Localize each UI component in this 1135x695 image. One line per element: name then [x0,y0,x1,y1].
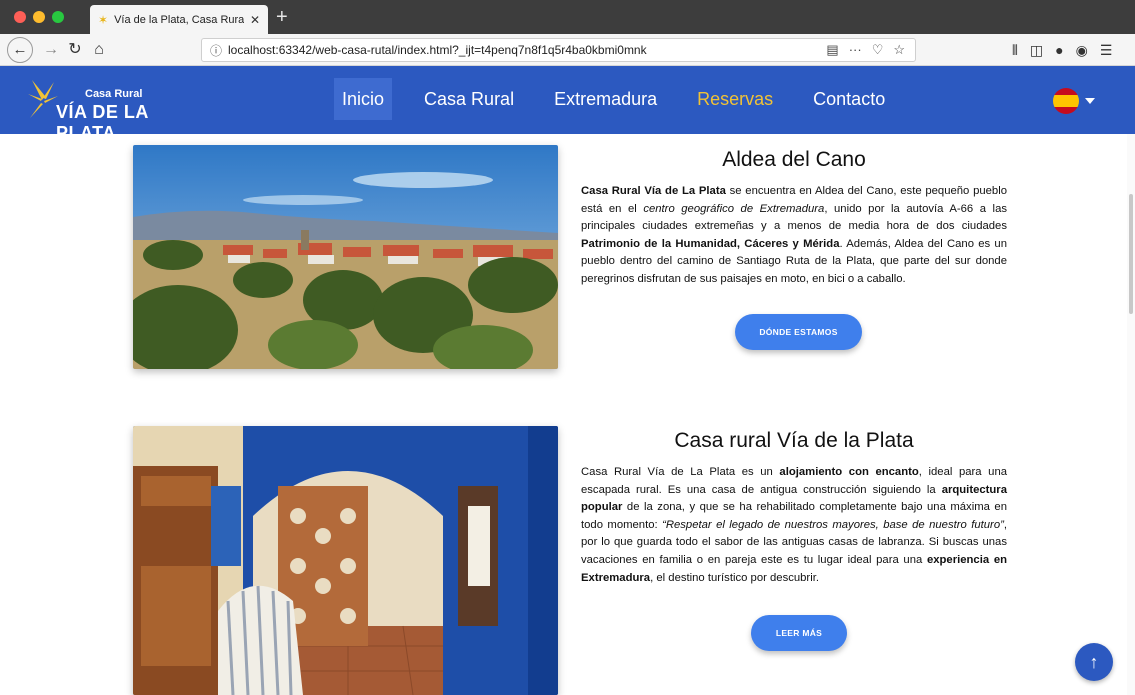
paragraph-segment: “Respetar el legado de nuestros mayores,… [662,518,1004,531]
aldea-del-cano-paragraph: Casa Rural Vía de La Plata se encuentra … [581,183,1007,289]
caret-down-icon [1085,98,1095,104]
browser-toolbar: ← → ↻ ⌂ ⓘ localhost:63342/web-casa-rutal… [0,34,1135,66]
extension-icon[interactable]: ● [1055,38,1063,62]
menu-item-contacto[interactable]: Contacto [805,78,893,120]
url-text[interactable]: localhost:63342/web-casa-rutal/index.htm… [228,43,826,57]
address-bar[interactable]: ⓘ localhost:63342/web-casa-rutal/index.h… [201,38,916,62]
logo-small-text: Casa Rural [85,88,143,100]
account-icon[interactable]: ◉ [1076,38,1088,62]
scrollbar-thumb[interactable] [1129,194,1133,314]
casa-rural-paragraph: Casa Rural Vía de La Plata es un alojami… [581,464,1007,587]
paragraph-segment: centro geográfico de Extremadura [643,202,825,215]
page-actions-icon[interactable]: ··· [849,42,862,58]
site-favicon-icon: ✶ [98,12,109,27]
paragraph-segment: Casa Rural Vía de La Plata es un [581,466,780,478]
aldea-del-cano-photo [133,145,558,369]
back-icon[interactable]: ← [7,37,33,63]
new-tab-button[interactable]: + [276,5,288,29]
pocket-icon[interactable]: ♡ [872,42,884,58]
site-info-icon[interactable]: ⓘ [210,42,222,59]
site-header: Casa Rural VÍA DE LA PLATA Inicio Casa R… [0,66,1135,143]
leer-mas-button[interactable]: LEER MÁS [751,615,847,651]
close-tab-icon[interactable]: ✕ [250,13,260,27]
reader-icon[interactable]: ▤ [826,42,838,58]
section-title-casa-rural: Casa rural Vía de la Plata [674,429,914,452]
library-icon[interactable]: ⫴ [1012,38,1018,62]
forward-icon[interactable]: → [42,38,60,62]
casa-rural-interior-photo [133,426,558,695]
browser-tab-bar: ✶ Vía de la Plata, Casa Rural en E ✕ + [0,0,1135,34]
browser-tab[interactable]: ✶ Vía de la Plata, Casa Rural en E ✕ [90,5,268,34]
minimize-window-button[interactable] [33,11,45,23]
spain-flag-icon [1053,88,1079,114]
language-selector[interactable] [1053,88,1095,114]
paragraph-segment: , el destino turístico por descubrir. [650,571,819,584]
sidebar-icon[interactable]: ◫ [1030,38,1043,62]
section-title-aldea-del-cano: Aldea del Cano [722,148,866,171]
paragraph-segment: alojamiento con encanto [779,466,919,478]
tab-title: Vía de la Plata, Casa Rural en E [114,13,244,26]
paragraph-segment: Casa Rural Vía de La Plata [581,185,726,197]
menu-item-reservas[interactable]: Reservas [689,78,781,120]
main-menu: Inicio Casa Rural Extremadura Reservas C… [334,78,917,120]
close-window-button[interactable] [14,11,26,23]
menu-item-casa-rural[interactable]: Casa Rural [416,78,522,120]
menu-icon[interactable]: ☰ [1100,38,1113,62]
logo-big-text: VÍA DE LA PLATA [56,102,149,143]
sun-logo-icon [28,80,58,118]
home-icon[interactable]: ⌂ [90,38,108,62]
menu-item-extremadura[interactable]: Extremadura [546,78,665,120]
back-to-top-button[interactable]: ↑ [1075,643,1113,681]
donde-estamos-button[interactable]: DÓNDE ESTAMOS [735,314,862,350]
maximize-window-button[interactable] [52,11,64,23]
arrow-up-icon: ↑ [1089,652,1099,672]
site-logo[interactable]: Casa Rural VÍA DE LA PLATA [28,74,198,143]
page-scrollbar[interactable] [1127,134,1135,695]
bookmark-icon[interactable]: ☆ [893,42,905,58]
paragraph-segment: Patrimonio de la Humanidad, Cáceres y Mé… [581,237,840,250]
reload-icon[interactable]: ↻ [66,38,84,62]
menu-item-inicio[interactable]: Inicio [334,78,393,120]
